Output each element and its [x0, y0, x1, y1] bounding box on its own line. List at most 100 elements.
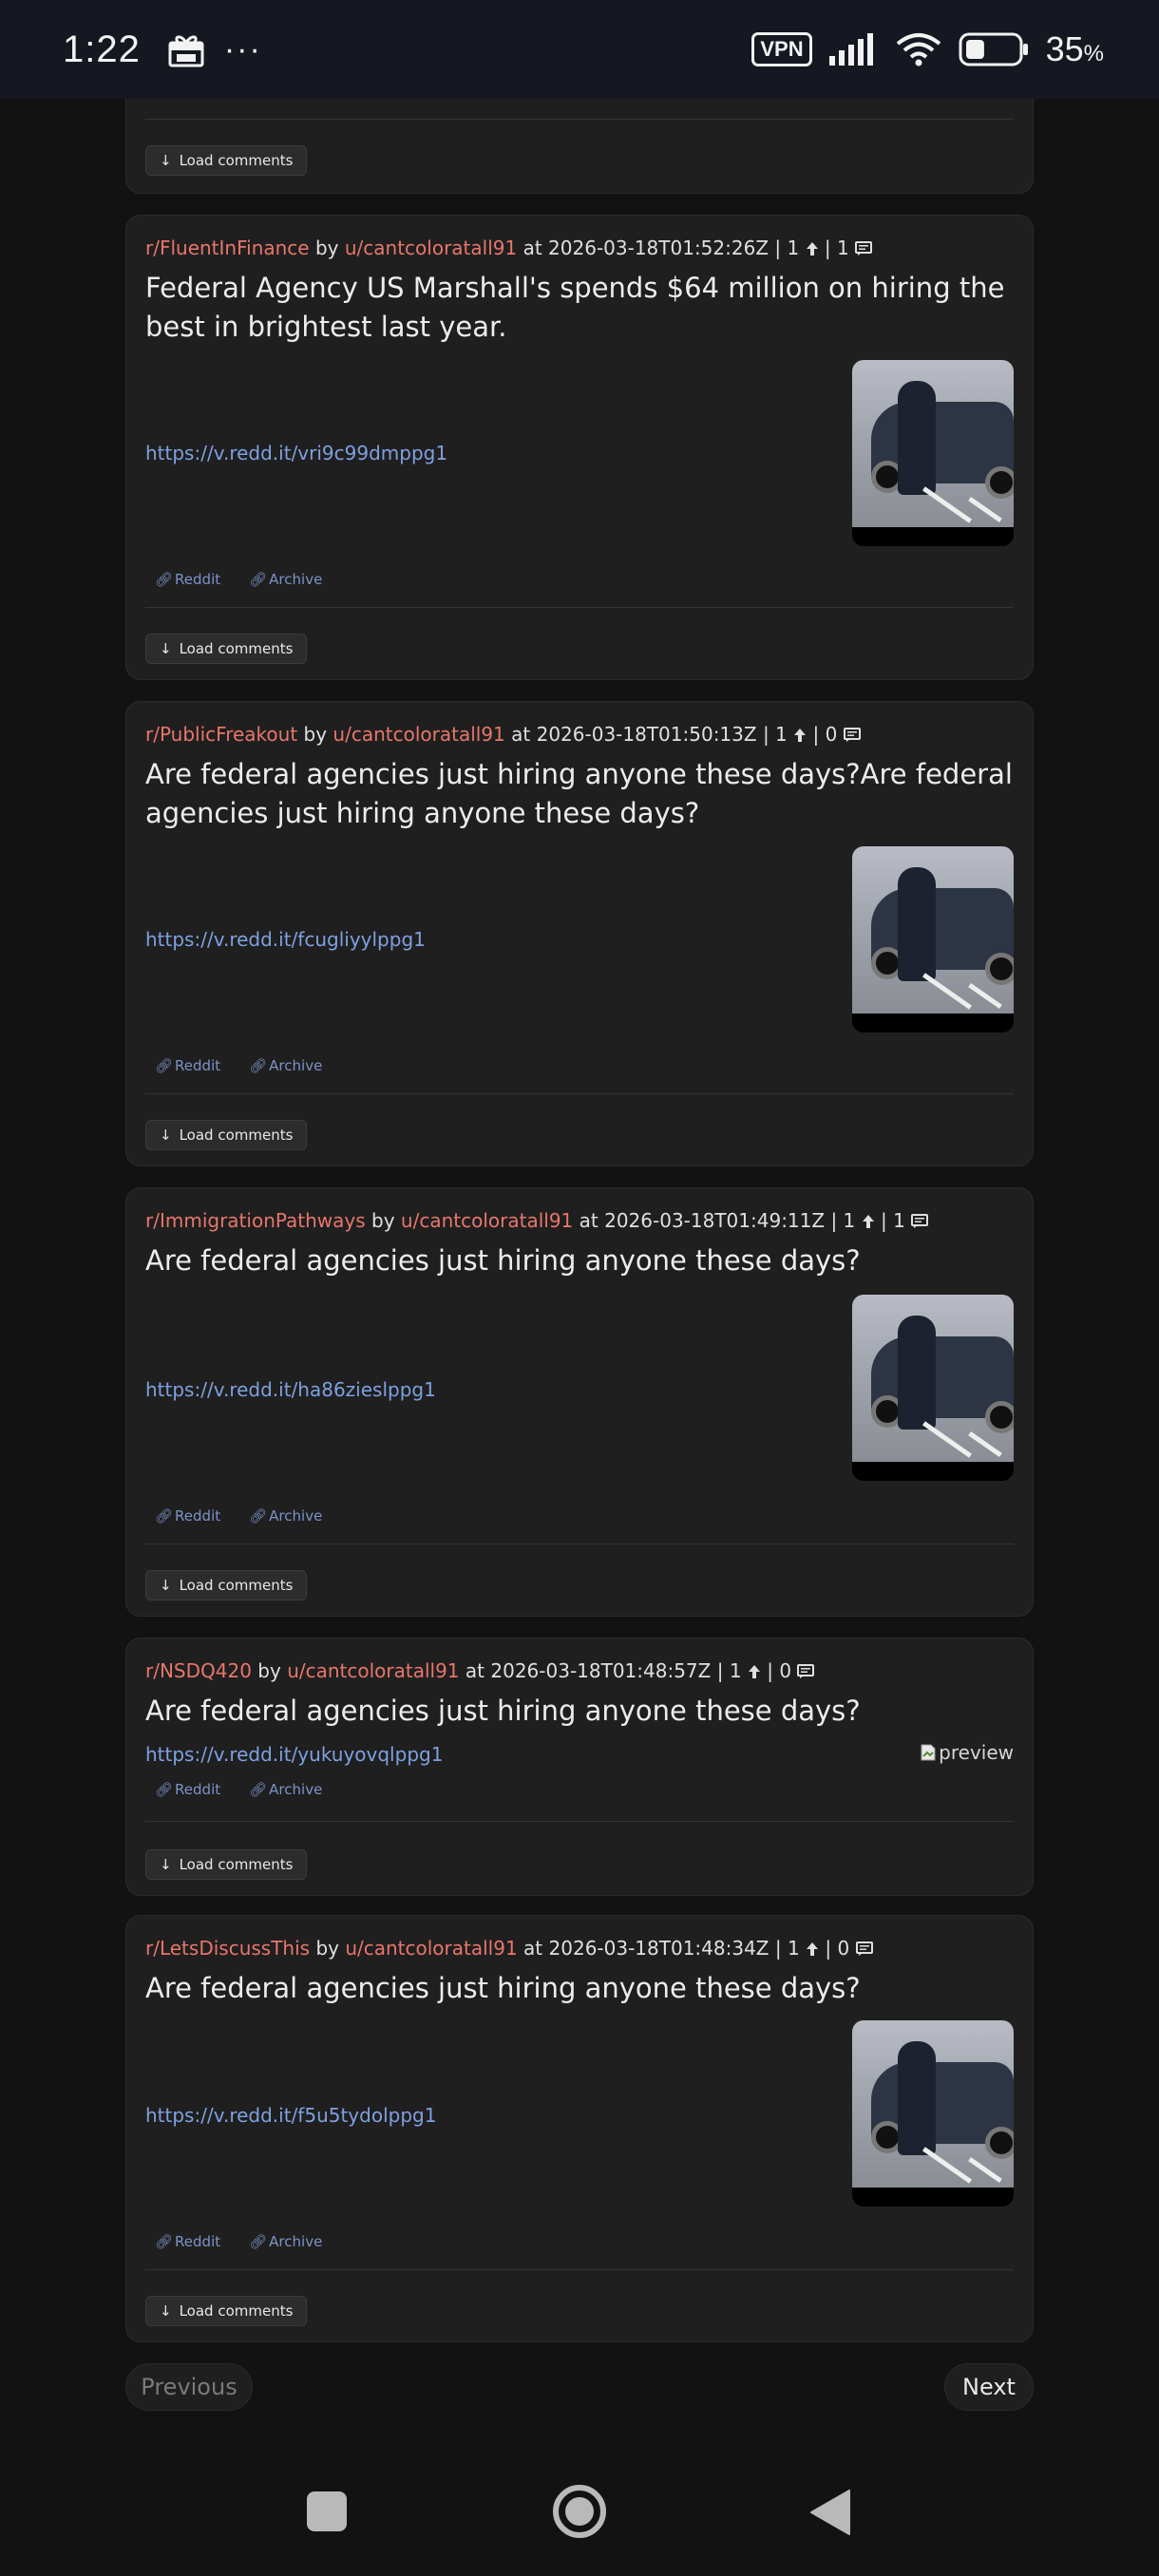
reddit-link[interactable]: 🔗︎ Reddit	[155, 571, 220, 588]
post-link[interactable]: https://v.redd.it/yukuyovqlppg1	[145, 1743, 443, 1766]
post-thumbnail[interactable]	[852, 1295, 1014, 1481]
post-title[interactable]: Are federal agencies just hiring anyone …	[145, 1692, 1014, 1731]
post-card: r/LetsDiscussThis by u/cantcoloratall91 …	[125, 1915, 1034, 2342]
archive-link[interactable]: 🔗︎ Archive	[249, 1781, 322, 1798]
upvote-icon	[793, 725, 807, 748]
post-link[interactable]: https://v.redd.it/f5u5tydolppg1	[145, 2104, 436, 2127]
score: 1	[787, 1937, 800, 1960]
post-card: r/NSDQ420 by u/cantcoloratall91 at 2026-…	[125, 1638, 1034, 1896]
preview-broken-image[interactable]: preview	[920, 1741, 1014, 1764]
battery-percent: 35%	[1045, 29, 1104, 68]
score: 1	[729, 1659, 742, 1682]
reddit-link[interactable]: 🔗︎ Reddit	[155, 1057, 220, 1074]
comment-icon	[797, 1661, 815, 1684]
gift-icon	[168, 35, 204, 67]
post-title[interactable]: Are federal agencies just hiring anyone …	[145, 1969, 1014, 2008]
post-link[interactable]: https://v.redd.it/fcugliyylppg1	[145, 928, 426, 951]
divider	[145, 1821, 1014, 1822]
home-icon[interactable]	[551, 2483, 608, 2540]
divider	[145, 2269, 1014, 2270]
subreddit-link[interactable]: r/NSDQ420	[145, 1659, 252, 1682]
upvote-icon	[862, 1211, 875, 1234]
link-icon: 🔗︎	[249, 1057, 268, 1074]
post-actions: 🔗︎ Reddit 🔗︎ Archive	[155, 1057, 322, 1074]
load-comments-button[interactable]: ↓ Load comments	[145, 145, 308, 176]
link-icon: 🔗︎	[155, 1507, 174, 1525]
load-comments-button[interactable]: ↓ Load comments	[145, 634, 308, 664]
thumbnail-image	[852, 360, 1014, 527]
post-actions: 🔗︎ Reddit 🔗︎ Archive	[155, 2233, 322, 2250]
archive-link[interactable]: 🔗︎ Archive	[249, 571, 322, 588]
link-icon: 🔗︎	[155, 2233, 174, 2250]
upvote-icon	[748, 1661, 761, 1684]
archive-link[interactable]: 🔗︎ Archive	[249, 1057, 322, 1074]
post-title[interactable]: Are federal agencies just hiring anyone …	[145, 1241, 1014, 1280]
score: 1	[843, 1209, 856, 1232]
next-button[interactable]: Next	[944, 2363, 1034, 2411]
comment-icon	[855, 238, 873, 261]
author-link[interactable]: u/cantcoloratall91	[345, 237, 517, 259]
subreddit-link[interactable]: r/FluentInFinance	[145, 237, 310, 259]
more-notifications-icon: ···	[223, 30, 262, 67]
post-link[interactable]: https://v.redd.it/vri9c99dmppg1	[145, 442, 447, 464]
author-link[interactable]: u/cantcoloratall91	[345, 1937, 517, 1960]
thumbnail-image	[852, 2020, 1014, 2188]
archive-link[interactable]: 🔗︎ Archive	[249, 1507, 322, 1525]
post-thumbnail[interactable]	[852, 2020, 1014, 2207]
recents-icon[interactable]	[306, 2491, 348, 2532]
link-icon: 🔗︎	[155, 1781, 174, 1798]
post-actions: 🔗︎ Reddit 🔗︎ Archive	[155, 1507, 322, 1525]
score: 1	[775, 723, 788, 746]
post-meta: r/ImmigrationPathways by u/cantcoloratal…	[145, 1209, 929, 1234]
link-icon: 🔗︎	[249, 1507, 268, 1525]
divider	[145, 1093, 1014, 1094]
load-comments-button[interactable]: ↓ Load comments	[145, 1120, 308, 1150]
reddit-link[interactable]: 🔗︎ Reddit	[155, 1781, 220, 1798]
archive-link[interactable]: 🔗︎ Archive	[249, 2233, 322, 2250]
link-icon: 🔗︎	[249, 2233, 268, 2250]
upvote-icon	[806, 1939, 819, 1961]
post-actions: 🔗︎ Reddit 🔗︎ Archive	[155, 571, 322, 588]
post-title[interactable]: Are federal agencies just hiring anyone …	[145, 755, 1014, 833]
arrow-down-icon: ↓	[160, 1577, 172, 1594]
post-meta: r/LetsDiscussThis by u/cantcoloratall91 …	[145, 1937, 873, 1961]
timestamp: 2026-03-18T01:48:57Z	[490, 1659, 712, 1682]
author-link[interactable]: u/cantcoloratall91	[401, 1209, 573, 1232]
comment-count: 0	[825, 723, 838, 746]
subreddit-link[interactable]: r/ImmigrationPathways	[145, 1209, 366, 1232]
post-card: r/ImmigrationPathways by u/cantcoloratal…	[125, 1187, 1034, 1617]
timestamp: 2026-03-18T01:48:34Z	[548, 1937, 770, 1960]
post-actions: 🔗︎ Reddit 🔗︎ Archive	[155, 1781, 322, 1798]
reddit-link[interactable]: 🔗︎ Reddit	[155, 1507, 220, 1525]
divider	[145, 119, 1014, 120]
timestamp: 2026-03-18T01:50:13Z	[536, 723, 757, 746]
score: 1	[787, 237, 800, 259]
subreddit-link[interactable]: r/PublicFreakout	[145, 723, 297, 746]
link-icon: 🔗︎	[155, 571, 174, 588]
upvote-icon	[806, 238, 819, 261]
status-bar: 1:22 ··· VPN 35%	[0, 0, 1159, 99]
author-link[interactable]: u/cantcoloratall91	[287, 1659, 459, 1682]
link-icon: 🔗︎	[155, 1057, 174, 1074]
reddit-link[interactable]: 🔗︎ Reddit	[155, 2233, 220, 2250]
battery-icon	[959, 32, 1028, 66]
back-icon[interactable]	[809, 2489, 851, 2536]
author-link[interactable]: u/cantcoloratall91	[332, 723, 504, 746]
subreddit-link[interactable]: r/LetsDiscussThis	[145, 1937, 310, 1960]
previous-button[interactable]: Previous	[125, 2363, 253, 2411]
post-title[interactable]: Federal Agency US Marshall's spends $64 …	[145, 269, 1014, 347]
load-comments-button[interactable]: ↓ Load comments	[145, 1849, 308, 1880]
post-link[interactable]: https://v.redd.it/ha86zieslppg1	[145, 1378, 436, 1401]
comment-count: 1	[837, 237, 849, 259]
arrow-down-icon: ↓	[160, 640, 172, 657]
load-comments-button[interactable]: ↓ Load comments	[145, 2296, 308, 2326]
timestamp: 2026-03-18T01:52:26Z	[548, 237, 770, 259]
wifi-icon	[896, 33, 940, 66]
link-icon: 🔗︎	[249, 571, 268, 588]
comment-icon	[911, 1211, 929, 1234]
load-comments-button[interactable]: ↓ Load comments	[145, 1570, 308, 1601]
divider	[145, 607, 1014, 608]
post-thumbnail[interactable]	[852, 846, 1014, 1032]
post-card: r/FluentInFinance by u/cantcoloratall91 …	[125, 215, 1034, 680]
post-thumbnail[interactable]	[852, 360, 1014, 546]
